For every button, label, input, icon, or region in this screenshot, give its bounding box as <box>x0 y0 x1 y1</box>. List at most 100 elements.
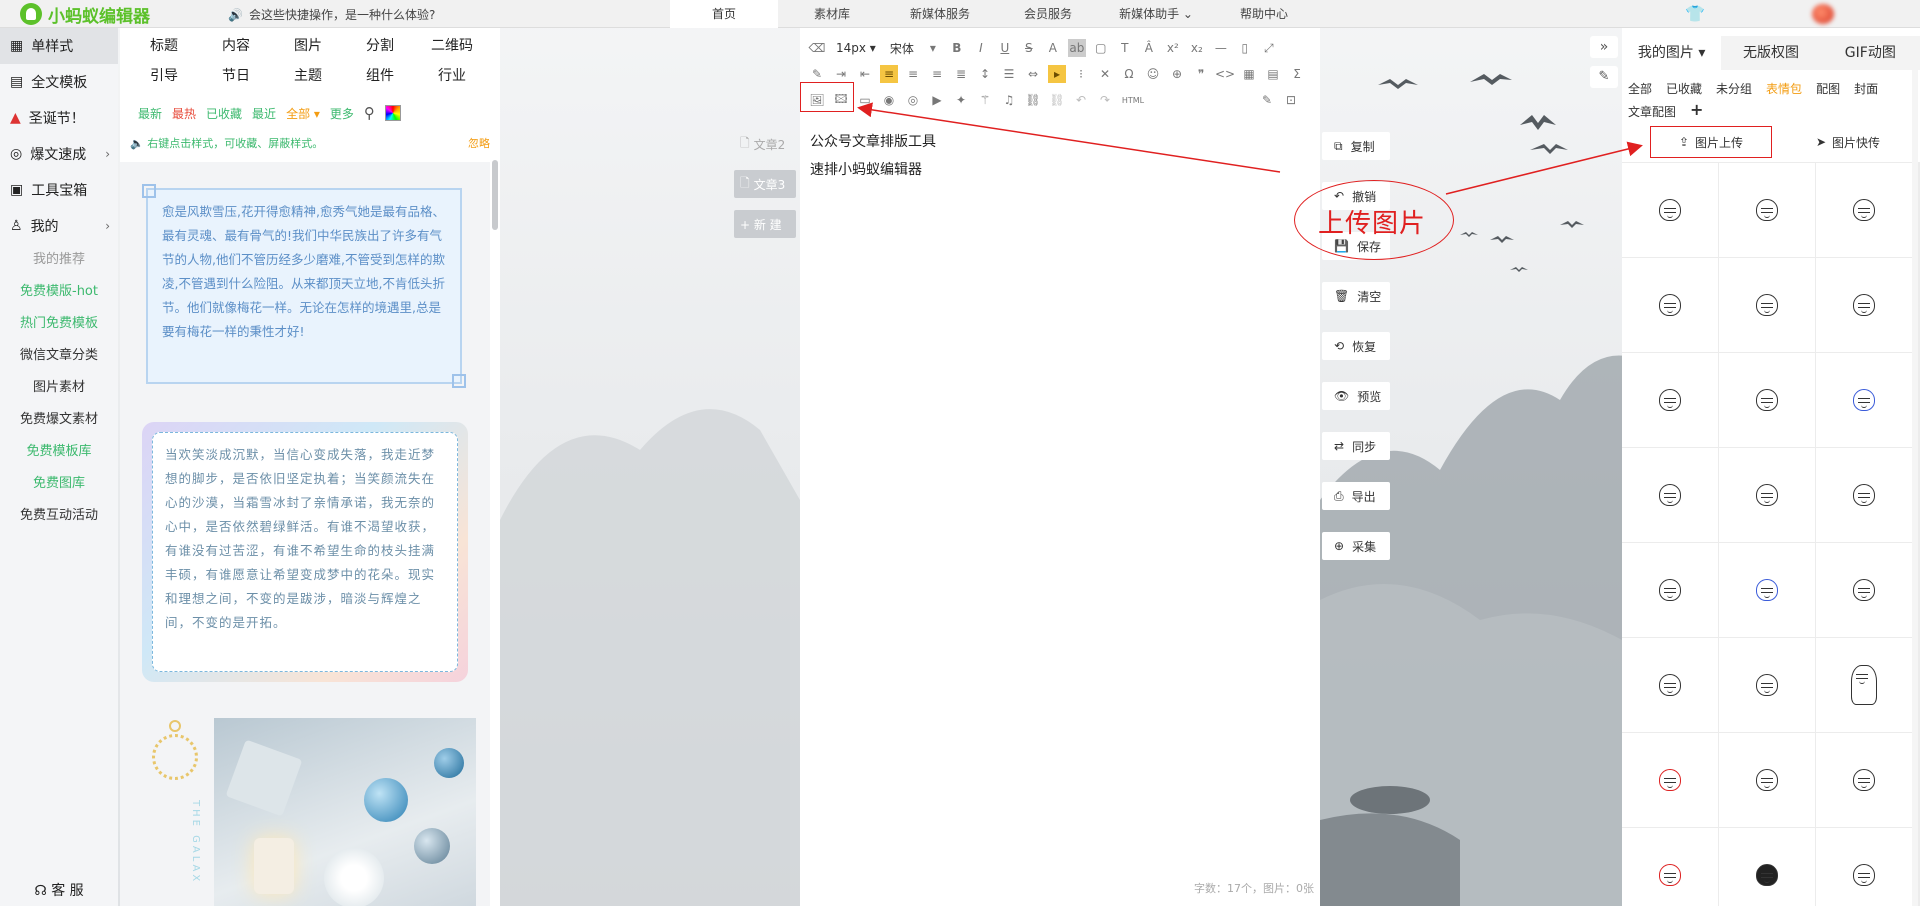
align-left-icon[interactable]: ≡ <box>880 65 898 83</box>
image-thumb[interactable] <box>1622 163 1718 257</box>
filter-more[interactable]: 更多 <box>330 105 354 122</box>
nav-new-media-assistant[interactable]: 新媒体助手 ⌄ <box>1102 0 1210 28</box>
article-tab-3[interactable]: 🗋 文章3 <box>734 170 796 198</box>
image-thumb[interactable] <box>1816 448 1912 542</box>
category-divider[interactable]: 分割 <box>344 34 416 58</box>
sidebar-sub-hot-free-template[interactable]: 热门免费模板 <box>0 308 118 340</box>
image-panel-scrollbar[interactable] <box>1912 70 1918 906</box>
text-box-icon[interactable]: ▢ <box>1092 39 1110 57</box>
nav-new-media-service[interactable]: 新媒体服务 <box>886 0 994 28</box>
new-article-button[interactable]: + 新 建 <box>734 210 796 238</box>
tshirt-icon[interactable]: 👕 <box>1685 4 1705 23</box>
font-size-select[interactable]: 14px ▾ <box>832 41 880 55</box>
horizontal-line-icon[interactable]: — <box>1212 39 1230 57</box>
image-thumb[interactable] <box>1719 543 1815 637</box>
font-family-select[interactable]: 宋体 <box>886 40 918 57</box>
search-icon[interactable]: ⚲ <box>364 104 375 122</box>
sidebar-sub-free-interactive[interactable]: 免费互动活动 <box>0 500 118 532</box>
line-height-icon[interactable]: ↕ <box>976 65 994 83</box>
collapse-panel-button[interactable]: » <box>1590 36 1618 58</box>
image-cat-article[interactable]: 文章配图 <box>1628 103 1676 120</box>
style-card[interactable]: THE GALAX <box>124 700 486 906</box>
html-icon[interactable]: HTML <box>1120 91 1146 109</box>
sidebar-sub-free-template-hot[interactable]: 免费模版-hot <box>0 276 118 308</box>
camera-icon[interactable]: ◎ <box>904 91 922 109</box>
undo-icon[interactable]: ↶ <box>1072 91 1090 109</box>
sidebar-item-toolbox[interactable]: ▣ 工具宝箱 <box>0 172 118 208</box>
clear-button[interactable]: 🗑 清空 <box>1322 282 1390 310</box>
image-thumb[interactable] <box>1816 163 1912 257</box>
editor-content[interactable]: 公众号文章排版工具 速排小蚂蚁编辑器 <box>810 128 936 184</box>
image-thumb[interactable] <box>1816 733 1912 827</box>
category-guide[interactable]: 引导 <box>128 64 200 88</box>
quote-icon[interactable]: ❞ <box>1192 65 1210 83</box>
style-list-scrollbar[interactable] <box>492 160 498 230</box>
image-quick-upload-button[interactable]: ➤ 图片快传 <box>1796 126 1900 158</box>
image-upload-button[interactable]: ⇪ 图片上传 <box>1650 126 1772 158</box>
article-tab-2[interactable]: 🗋 文章2 <box>734 130 796 158</box>
filter-hottest[interactable]: 最热 <box>172 105 196 122</box>
link-icon[interactable]: ⛓ <box>1024 91 1042 109</box>
blank-page-icon[interactable]: ▯ <box>1236 39 1254 57</box>
tab-copyright-free[interactable]: 无版权图 <box>1721 36 1821 70</box>
user-avatar[interactable] <box>1812 4 1834 24</box>
wechat-icon[interactable]: ◉ <box>880 91 898 109</box>
restore-button[interactable]: ⟲ 恢复 <box>1322 332 1390 360</box>
sidebar-sub-recommend[interactable]: 我的推荐 <box>0 244 118 276</box>
filter-recent[interactable]: 最近 <box>252 105 276 122</box>
font-color-icon[interactable]: A <box>1044 39 1062 57</box>
format-brush-icon[interactable]: ✎ <box>808 65 826 83</box>
image-thumb[interactable] <box>1622 543 1718 637</box>
category-component[interactable]: 组件 <box>344 64 416 88</box>
category-title[interactable]: 标题 <box>128 34 200 58</box>
announcement[interactable]: 🔊 会这些快捷操作，是一种什么体验? <box>228 6 435 23</box>
filter-favorited[interactable]: 已收藏 <box>206 105 242 122</box>
list-icon[interactable]: ⁝ <box>1072 65 1090 83</box>
filter-latest[interactable]: 最新 <box>138 105 162 122</box>
image-thumb[interactable] <box>1816 638 1912 732</box>
table-edit-icon[interactable]: ▤ <box>1264 65 1282 83</box>
image-thumb[interactable] <box>1816 353 1912 447</box>
sidebar-item-mine[interactable]: ♙ 我的 › <box>0 208 118 244</box>
subscript-icon[interactable]: x₂ <box>1188 39 1206 57</box>
clear-format-icon[interactable]: ✕ <box>1096 65 1114 83</box>
category-qrcode[interactable]: 二维码 <box>416 34 488 58</box>
nav-home[interactable]: 首页 <box>670 0 778 28</box>
image-thumb[interactable] <box>1719 163 1815 257</box>
image-thumb[interactable] <box>1719 828 1815 906</box>
redo-icon[interactable]: ↷ <box>1096 91 1114 109</box>
style-card[interactable]: 当欢笑淡成沉默，当信心变成失落，我走近梦想的脚步，是否依旧坚定执着；当笑颜流失在… <box>124 410 486 690</box>
sidebar-item-full-template[interactable]: ▤ 全文模板 <box>0 64 118 100</box>
image-thumb[interactable] <box>1622 258 1718 352</box>
outdent-icon[interactable]: ⇤ <box>856 65 874 83</box>
text-format-icon[interactable]: T <box>1116 39 1134 57</box>
copy-button[interactable]: ⧉ 复制 <box>1322 132 1390 160</box>
sync-button[interactable]: ⇄ 同步 <box>1322 432 1390 460</box>
video-icon[interactable]: ▶ <box>928 91 946 109</box>
eraser-icon[interactable]: ⌫ <box>808 39 826 57</box>
special-char-icon[interactable]: Ω <box>1120 65 1138 83</box>
sidebar-sub-free-viral-material[interactable]: 免费爆文素材 <box>0 404 118 436</box>
font-adjust-icon[interactable]: Â <box>1140 39 1158 57</box>
magic-wand-button[interactable]: ✎ <box>1590 66 1618 88</box>
sidebar-sub-free-template-library[interactable]: 免费模板库 <box>0 436 118 468</box>
fill-icon[interactable]: ✦ <box>952 91 970 109</box>
image-thumb[interactable] <box>1719 638 1815 732</box>
style-card[interactable]: 愈是风欺雪压,花开得愈精神,愈秀气她是最有品格、最有灵魂、最有骨气的!我们中华民… <box>124 170 486 400</box>
image-cat-cover[interactable]: 封面 <box>1854 80 1878 97</box>
sidebar-sub-image-material[interactable]: 图片素材 <box>0 372 118 404</box>
template-edit-icon[interactable]: ✎ <box>1258 91 1276 109</box>
sidebar-item-single-style[interactable]: ▦ 单样式 <box>0 28 118 64</box>
category-festival[interactable]: 节日 <box>200 64 272 88</box>
paragraph-spacing-icon[interactable]: ☰ <box>1000 65 1018 83</box>
category-industry[interactable]: 行业 <box>416 64 488 88</box>
filter-all-dropdown[interactable]: 全部 ▾ <box>286 105 320 122</box>
bold-icon[interactable]: B <box>948 39 966 57</box>
formula-icon[interactable]: Σ <box>1288 65 1306 83</box>
image-thumb[interactable] <box>1719 258 1815 352</box>
superscript-icon[interactable]: x² <box>1164 39 1182 57</box>
ignore-tip-link[interactable]: 忽略 <box>468 135 490 151</box>
emoji-icon[interactable]: ☺ <box>1144 65 1162 83</box>
collect-button[interactable]: ⊕ 采集 <box>1322 532 1390 560</box>
find-replace-icon[interactable]: ⊕ <box>1168 65 1186 83</box>
